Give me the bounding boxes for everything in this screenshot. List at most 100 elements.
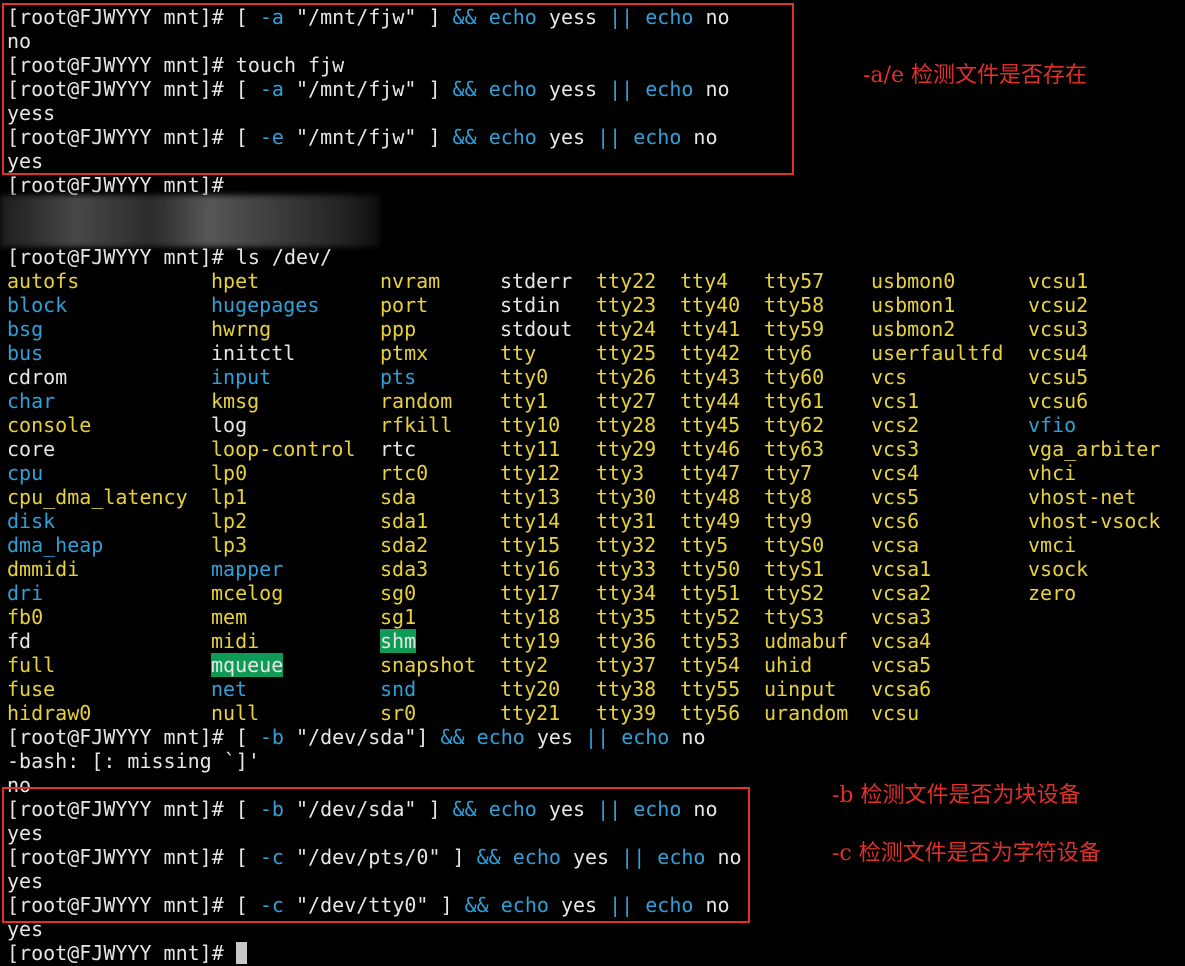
dev-entry: loop-control	[211, 437, 356, 461]
dev-entry: pts	[380, 365, 417, 389]
dev-entry: tty48	[680, 485, 741, 509]
dev-entry: tty8	[764, 485, 813, 509]
dev-entry: tty16	[500, 557, 561, 581]
dev-entry: tty32	[596, 533, 657, 557]
dev-entry: port	[380, 293, 429, 317]
dev-entry: vcsu	[871, 701, 920, 725]
terminal-window[interactable]: [root@FJWYYY mnt]# [ -a "/mnt/fjw" ] && …	[0, 0, 1185, 966]
dev-entry: tty38	[596, 677, 657, 701]
dev-entry: tty13	[500, 485, 561, 509]
dev-entry: ttyS1	[764, 557, 825, 581]
dev-entry: tty47	[680, 461, 741, 485]
dev-entry: tty54	[680, 653, 741, 677]
dev-entry: tty2	[500, 653, 549, 677]
dev-entry: vcs1	[871, 389, 920, 413]
dev-entry: vhost-vsock	[1028, 509, 1161, 533]
dev-entry: tty1	[500, 389, 549, 413]
dev-entry: lp2	[211, 509, 248, 533]
echo-keyword: echo	[476, 725, 525, 749]
dev-entry: tty58	[764, 293, 825, 317]
dev-entry: vcsu5	[1028, 365, 1089, 389]
dev-entry: tty62	[764, 413, 825, 437]
dev-entry: rtc	[380, 437, 417, 461]
cmd-text	[465, 725, 477, 749]
dev-entry: tty20	[500, 677, 561, 701]
cmd-text: [	[235, 725, 260, 749]
dev-entry: bus	[7, 341, 44, 365]
dev-entry: vfio	[1028, 413, 1077, 437]
dev-entry: full	[7, 653, 56, 677]
dev-entry: ppp	[380, 317, 417, 341]
dev-entry: random	[380, 389, 453, 413]
prompt: [root@FJWYYY mnt]#	[7, 941, 236, 965]
dev-entry: tty60	[764, 365, 825, 389]
dev-entry: userfaultfd	[871, 341, 1004, 365]
dev-entry: tty53	[680, 629, 741, 653]
dev-entry: mqueue	[211, 653, 284, 677]
dev-entry: bsg	[7, 317, 44, 341]
dev-entry: tty19	[500, 629, 561, 653]
dev-entry: sda1	[380, 509, 429, 533]
dev-entry: tty29	[596, 437, 657, 461]
command-line: [root@FJWYYY mnt]# ls /dev/	[7, 245, 332, 269]
dev-entry: fuse	[7, 677, 56, 701]
command-line: [root@FJWYYY mnt]#	[7, 173, 236, 197]
dev-entry: core	[7, 437, 56, 461]
prompt: [root@FJWYYY mnt]#	[7, 173, 236, 197]
dev-entry: usbmon2	[871, 317, 956, 341]
dev-entry: tty49	[680, 509, 741, 533]
dev-entry: tty3	[596, 461, 645, 485]
dev-entry: tty18	[500, 605, 561, 629]
dev-entry: lp3	[211, 533, 248, 557]
dev-entry: vcsa6	[871, 677, 932, 701]
dev-entry: cdrom	[7, 365, 68, 389]
dev-entry: tty35	[596, 605, 657, 629]
dev-entry: tty23	[596, 293, 657, 317]
dev-entry: stderr	[500, 269, 573, 293]
dev-entry: tty	[500, 341, 537, 365]
dev-entry: tty41	[680, 317, 741, 341]
dev-entry: shm	[380, 629, 417, 653]
dev-entry: ptmx	[380, 341, 429, 365]
dev-entry: tty37	[596, 653, 657, 677]
dev-entry: rfkill	[380, 413, 453, 437]
dev-entry: fd	[7, 629, 32, 653]
dev-entry: tty40	[680, 293, 741, 317]
dev-entry: tty57	[764, 269, 825, 293]
dev-entry: console	[7, 413, 92, 437]
dev-entry: tty46	[680, 437, 741, 461]
dev-entry: tty61	[764, 389, 825, 413]
dev-entry: tty42	[680, 341, 741, 365]
dev-entry: hwrng	[211, 317, 272, 341]
dev-entry: rtc0	[380, 461, 429, 485]
dev-entry: null	[211, 701, 260, 725]
dev-entry: tty51	[680, 581, 741, 605]
dev-entry: tty31	[596, 509, 657, 533]
dev-entry: disk	[7, 509, 56, 533]
dev-entry: tty17	[500, 581, 561, 605]
dev-entry: tty36	[596, 629, 657, 653]
dev-entry: tty26	[596, 365, 657, 389]
dev-entry: sg1	[380, 605, 417, 629]
dev-entry: vhci	[1028, 461, 1077, 485]
dev-entry: tty25	[596, 341, 657, 365]
dev-entry: vcsu2	[1028, 293, 1089, 317]
dev-entry: tty27	[596, 389, 657, 413]
annotation-block-device: -b 检测文件是否为块设备	[832, 783, 1081, 808]
dev-entry: vcs	[871, 365, 908, 389]
command-line[interactable]: [root@FJWYYY mnt]#	[7, 941, 247, 965]
dev-entry: tty34	[596, 581, 657, 605]
annotation-box	[2, 787, 750, 923]
dev-entry: tty10	[500, 413, 561, 437]
prompt: [root@FJWYYY mnt]#	[7, 245, 236, 269]
echo-keyword: echo	[621, 725, 670, 749]
dev-entry: kmsg	[211, 389, 260, 413]
cmd-text: "/dev/sda"]	[283, 725, 441, 749]
dev-entry: vcsu6	[1028, 389, 1089, 413]
dev-entry: vcsu1	[1028, 269, 1089, 293]
dev-entry: vcsu4	[1028, 341, 1089, 365]
dev-entry: stdout	[500, 317, 573, 341]
cmd-text	[609, 725, 621, 749]
dev-entry: hpet	[211, 269, 260, 293]
dev-entry: tty59	[764, 317, 825, 341]
